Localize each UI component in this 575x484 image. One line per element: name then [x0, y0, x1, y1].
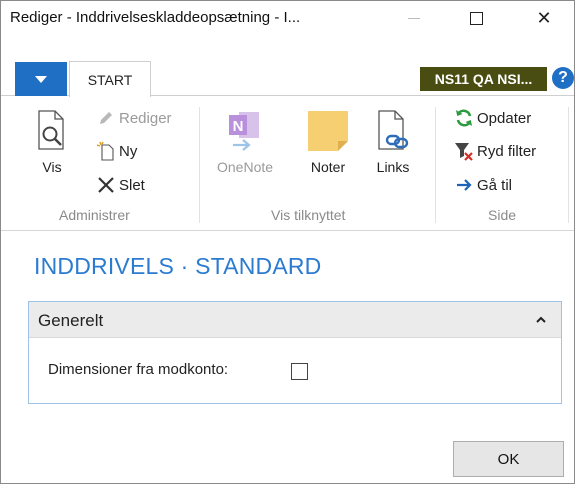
group-divider — [435, 107, 436, 223]
minimize-button[interactable] — [391, 1, 437, 35]
view-button[interactable]: Vis — [35, 109, 69, 175]
onenote-icon: N — [229, 112, 260, 151]
notes-button[interactable]: Noter — [306, 109, 350, 175]
fasttab-general: Generelt Dimensioner fra modkonto: — [28, 301, 562, 404]
onenote-button[interactable]: N OneNote — [217, 109, 273, 175]
ok-label: OK — [497, 450, 520, 468]
clear-filter-icon — [454, 141, 474, 161]
svg-text:N: N — [233, 118, 244, 135]
delete-label: Slet — [119, 176, 145, 194]
delete-button[interactable]: Slet — [96, 175, 145, 195]
delete-x-icon — [96, 175, 116, 195]
group-divider — [568, 107, 569, 223]
clear-filter-button[interactable]: Ryd filter — [454, 141, 536, 161]
app-menu-button[interactable] — [15, 62, 67, 96]
fasttab-header[interactable]: Generelt — [29, 302, 561, 338]
tab-start-label: START — [87, 71, 133, 88]
group-label-attached: Vis tilknyttet — [271, 207, 346, 223]
link-document-icon — [378, 110, 409, 150]
minimize-icon — [408, 17, 420, 19]
view-document-icon — [38, 110, 64, 150]
maximize-icon — [469, 11, 483, 25]
dropdown-triangle-icon — [35, 75, 47, 83]
onenote-label: OneNote — [217, 159, 274, 175]
group-label-manage: Administrer — [59, 207, 130, 223]
new-label: Ny — [119, 142, 138, 160]
company-label: NS11 QA NSI... — [434, 71, 533, 87]
title-bar: Rediger - Inddrivelseskladdeopsætning - … — [1, 1, 574, 35]
group-divider — [199, 107, 200, 223]
new-document-icon — [96, 141, 116, 161]
links-button[interactable]: Links — [373, 109, 413, 175]
dimensions-checkbox[interactable] — [291, 363, 308, 380]
new-button[interactable]: Ny — [96, 141, 137, 161]
dialog-window: Rediger - Inddrivelseskladdeopsætning - … — [0, 0, 575, 484]
page-title: INDDRIVELS · STANDARD — [34, 253, 322, 279]
maximize-button[interactable] — [453, 1, 499, 35]
close-button[interactable]: ✕ — [521, 1, 567, 35]
goto-button[interactable]: Gå til — [454, 175, 512, 195]
links-label: Links — [376, 159, 410, 175]
sticky-note-icon — [308, 111, 348, 151]
edit-label: Rediger — [119, 109, 172, 127]
close-icon: ✕ — [536, 7, 552, 28]
refresh-label: Opdater — [477, 109, 532, 127]
edit-button[interactable]: Rediger — [96, 108, 172, 128]
collapse-chevron-up-icon[interactable] — [535, 313, 547, 325]
view-label: Vis — [42, 159, 62, 175]
dimensions-field-label: Dimensioner fra modkonto: — [48, 361, 229, 378]
pencil-icon — [96, 108, 116, 128]
arrow-right-icon — [454, 175, 474, 195]
group-label-page: Side — [488, 207, 517, 223]
tab-start[interactable]: START — [69, 61, 151, 97]
window-title: Rediger - Inddrivelseskladdeopsætning - … — [10, 9, 301, 26]
ok-button[interactable]: OK — [453, 441, 564, 477]
refresh-icon — [454, 108, 474, 128]
company-badge[interactable]: NS11 QA NSI... — [420, 67, 547, 91]
refresh-button[interactable]: Opdater — [454, 108, 531, 128]
help-icon[interactable]: ? — [552, 67, 574, 89]
goto-label: Gå til — [477, 176, 513, 194]
fasttab-title: Generelt — [38, 311, 104, 330]
clear-filter-label: Ryd filter — [477, 142, 537, 160]
ribbon: Vis Rediger Ny Slet Administrer N OneNot… — [1, 97, 574, 231]
notes-label: Noter — [310, 159, 346, 175]
